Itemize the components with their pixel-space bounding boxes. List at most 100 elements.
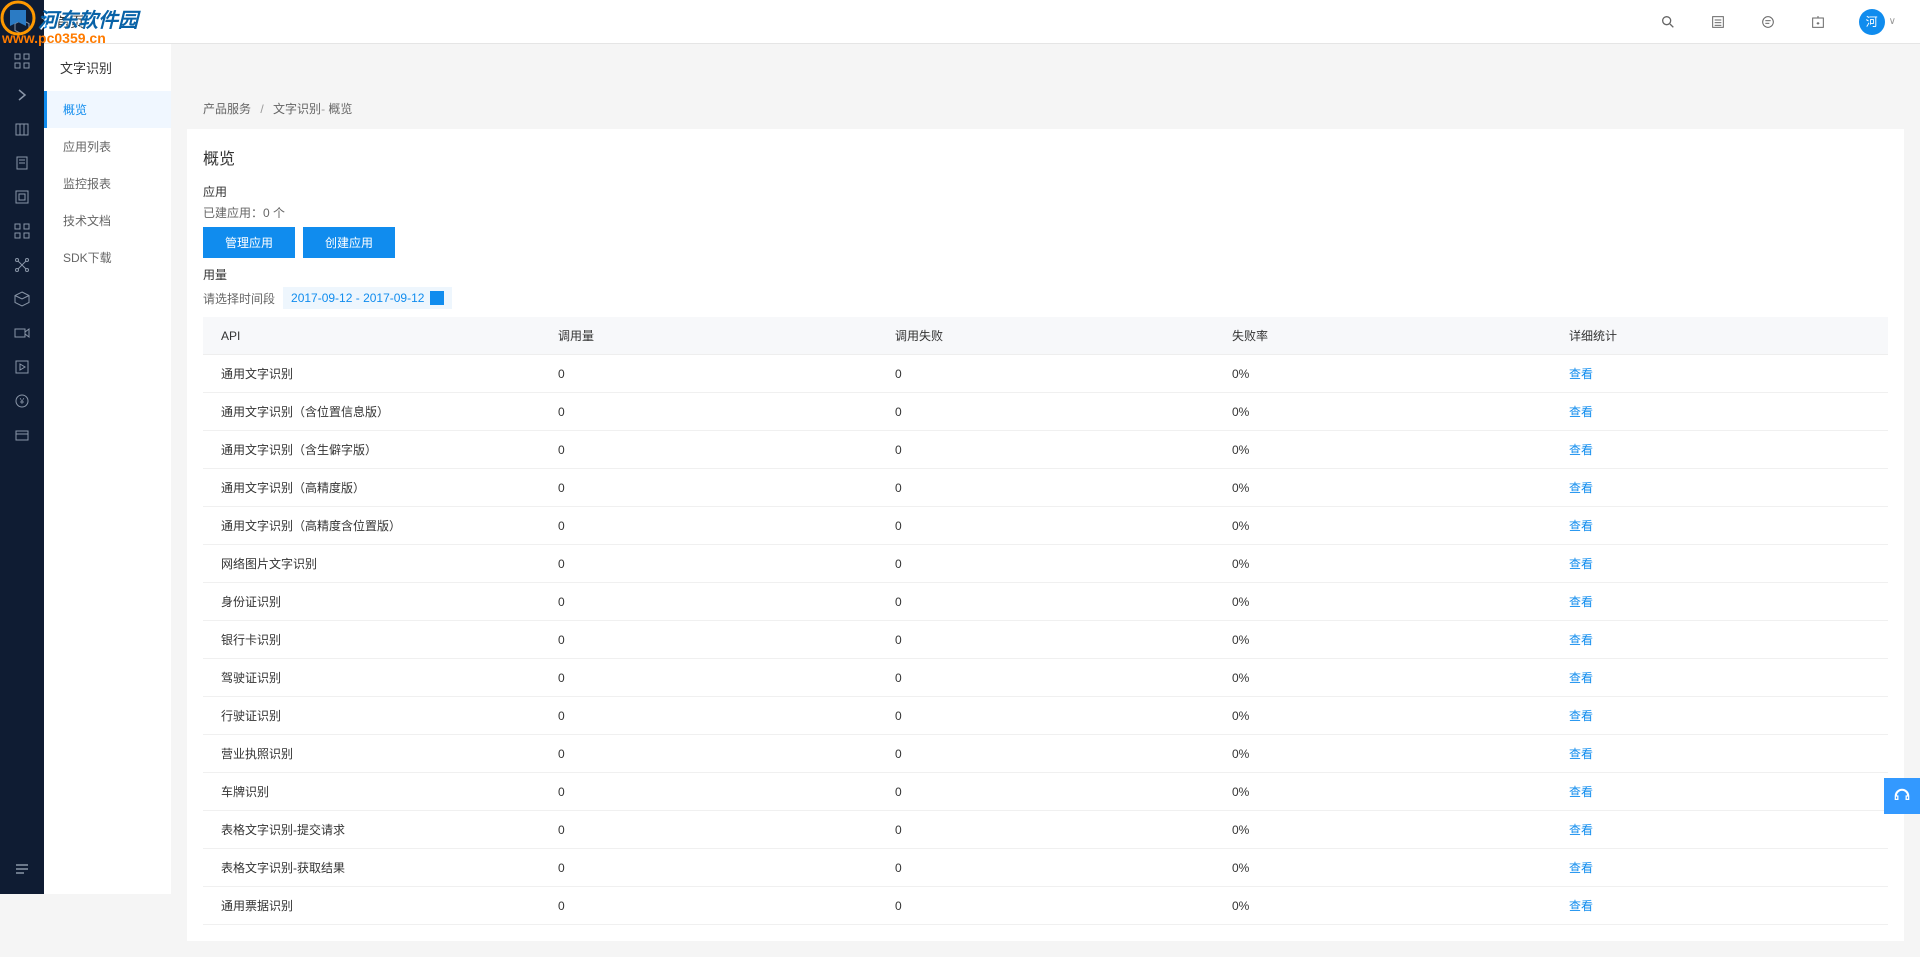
rail-play-icon[interactable] (0, 350, 44, 384)
th-calls: 调用量 (540, 317, 877, 355)
sidebar-item-4[interactable]: SDK下载 (44, 239, 171, 276)
detail-link[interactable]: 查看 (1569, 671, 1593, 685)
breadcrumb-root[interactable]: 产品服务 (203, 102, 251, 116)
rail-square-icon[interactable] (0, 180, 44, 214)
rail-grid-icon[interactable] (0, 44, 44, 78)
rail-expand-icon[interactable] (0, 852, 44, 886)
table-row: 表格文字识别-提交请求000%查看 (203, 811, 1888, 849)
cell-api: 通用文字识别（含位置信息版） (203, 393, 540, 431)
cell-calls: 0 (540, 621, 877, 659)
search-icon[interactable] (1659, 13, 1677, 31)
breadcrumb-sep: / (260, 102, 263, 116)
cell-api: 车牌识别 (203, 773, 540, 811)
cell-api: 身份证识别 (203, 583, 540, 621)
detail-link[interactable]: 查看 (1569, 405, 1593, 419)
manage-app-button[interactable]: 管理应用 (203, 227, 295, 258)
cell-fails: 0 (877, 621, 1214, 659)
sidebar-item-1[interactable]: 应用列表 (44, 128, 171, 165)
rail-video-icon[interactable] (0, 316, 44, 350)
rail-arrow-icon[interactable] (0, 78, 44, 112)
table-row: 驾驶证识别000%查看 (203, 659, 1888, 697)
detail-link[interactable]: 查看 (1569, 443, 1593, 457)
th-fails: 调用失败 (877, 317, 1214, 355)
rail-doc-icon[interactable] (0, 146, 44, 180)
table-row: 表格文字识别-获取结果000%查看 (203, 849, 1888, 887)
message-icon[interactable] (1759, 13, 1777, 31)
detail-link[interactable]: 查看 (1569, 557, 1593, 571)
create-app-button[interactable]: 创建应用 (303, 227, 395, 258)
rail-cube-icon[interactable] (0, 10, 44, 44)
cell-rate: 0% (1214, 849, 1551, 887)
table-row: 通用票据识别000%查看 (203, 887, 1888, 925)
th-api: API (203, 317, 540, 355)
breadcrumb-mid[interactable]: 文字识别 (273, 102, 321, 116)
table-row: 银行卡识别000%查看 (203, 621, 1888, 659)
cell-rate: 0% (1214, 507, 1551, 545)
usage-table: API 调用量 调用失败 失败率 详细统计 通用文字识别000%查看通用文字识别… (203, 317, 1888, 925)
th-detail: 详细统计 (1551, 317, 1888, 355)
cell-fails: 0 (877, 507, 1214, 545)
cell-fails: 0 (877, 469, 1214, 507)
rail-building-icon[interactable] (0, 112, 44, 146)
cell-fails: 0 (877, 583, 1214, 621)
main-content: 产品服务 / 文字识别- 概览 概览 应用 已建应用：0 个 管理应用 创建应用… (171, 88, 1920, 957)
sidebar-item-3[interactable]: 技术文档 (44, 202, 171, 239)
cell-calls: 0 (540, 697, 877, 735)
help-float-button[interactable] (1884, 778, 1920, 814)
table-row: 营业执照识别000%查看 (203, 735, 1888, 773)
table-row: 通用文字识别（含位置信息版）000%查看 (203, 393, 1888, 431)
sidebar-item-2[interactable]: 监控报表 (44, 165, 171, 202)
page-card: 概览 应用 已建应用：0 个 管理应用 创建应用 用量 请选择时间段 2017-… (187, 129, 1904, 941)
left-rail: ¥ (0, 0, 44, 894)
detail-link[interactable]: 查看 (1569, 785, 1593, 799)
detail-link[interactable]: 查看 (1569, 709, 1593, 723)
detail-link[interactable]: 查看 (1569, 823, 1593, 837)
user-menu[interactable]: 河 ∨ (1859, 9, 1896, 35)
cell-rate: 0% (1214, 545, 1551, 583)
rail-grid2-icon[interactable] (0, 214, 44, 248)
cell-fails: 0 (877, 545, 1214, 583)
cell-rate: 0% (1214, 583, 1551, 621)
usage-section-title: 用量 (203, 266, 1888, 283)
date-range-picker[interactable]: 2017-09-12 - 2017-09-12 (283, 287, 452, 309)
rail-box-icon[interactable] (0, 282, 44, 316)
cell-rate: 0% (1214, 811, 1551, 849)
cell-calls: 0 (540, 431, 877, 469)
cell-rate: 0% (1214, 621, 1551, 659)
cell-calls: 0 (540, 735, 877, 773)
detail-link[interactable]: 查看 (1569, 519, 1593, 533)
user-avatar: 河 (1859, 9, 1885, 35)
detail-link[interactable]: 查看 (1569, 899, 1593, 913)
detail-link[interactable]: 查看 (1569, 481, 1593, 495)
cell-calls: 0 (540, 469, 877, 507)
cell-fails: 0 (877, 659, 1214, 697)
cell-calls: 0 (540, 659, 877, 697)
date-label: 请选择时间段 (203, 290, 275, 307)
chevron-down-icon: ∨ (1889, 16, 1896, 27)
cell-rate: 0% (1214, 697, 1551, 735)
detail-link[interactable]: 查看 (1569, 595, 1593, 609)
cell-calls: 0 (540, 355, 877, 393)
cell-fails: 0 (877, 811, 1214, 849)
cell-fails: 0 (877, 849, 1214, 887)
page-title: 概览 (203, 145, 1888, 169)
rail-card-icon[interactable] (0, 418, 44, 452)
cell-api: 行驶证识别 (203, 697, 540, 735)
cell-calls: 0 (540, 773, 877, 811)
detail-link[interactable]: 查看 (1569, 861, 1593, 875)
cell-fails: 0 (877, 887, 1214, 925)
list-icon[interactable] (1709, 13, 1727, 31)
rail-yen-icon[interactable]: ¥ (0, 384, 44, 418)
detail-link[interactable]: 查看 (1569, 633, 1593, 647)
cell-calls: 0 (540, 393, 877, 431)
detail-link[interactable]: 查看 (1569, 747, 1593, 761)
rail-nodes-icon[interactable] (0, 248, 44, 282)
ticket-icon[interactable] (1809, 13, 1827, 31)
detail-link[interactable]: 查看 (1569, 367, 1593, 381)
sidebar-item-0[interactable]: 概览 (44, 91, 171, 128)
cell-api: 营业执照识别 (203, 735, 540, 773)
cell-fails: 0 (877, 355, 1214, 393)
date-range-value: 2017-09-12 - 2017-09-12 (291, 291, 424, 305)
cell-api: 通用票据识别 (203, 887, 540, 925)
cell-fails: 0 (877, 431, 1214, 469)
